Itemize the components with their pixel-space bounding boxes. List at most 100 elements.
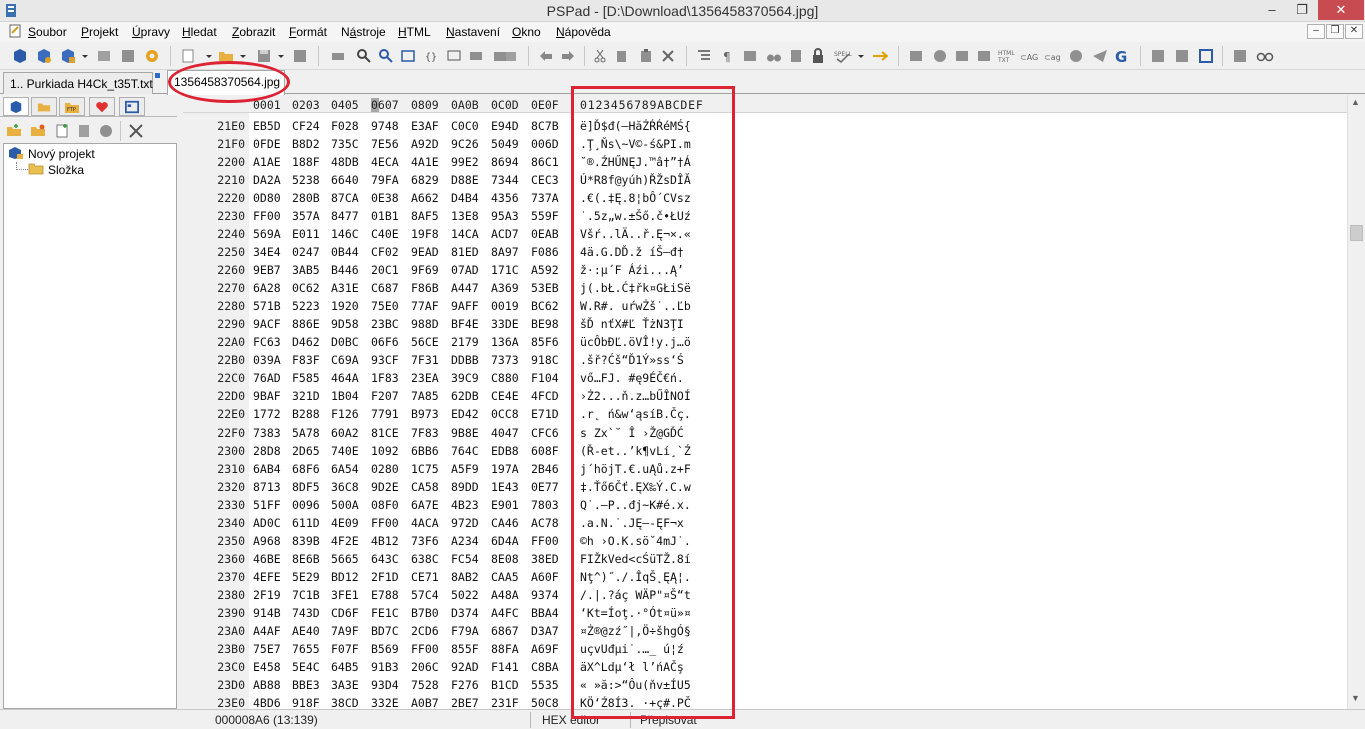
google-icon[interactable]: G bbox=[1114, 48, 1130, 64]
add-folder-icon[interactable] bbox=[6, 123, 22, 139]
hex-cell[interactable]: F07F bbox=[331, 642, 359, 656]
hex-cell[interactable]: 0CC8 bbox=[491, 407, 519, 421]
hex-cell[interactable]: 7803 bbox=[531, 498, 559, 512]
hex-cell[interactable]: 28D8 bbox=[253, 444, 281, 458]
menu-upravy[interactable]: Úpravy bbox=[132, 25, 170, 39]
ascii-cell[interactable]: W.R#. uŕwŻš˙..Ľb bbox=[580, 299, 691, 313]
hex-cell[interactable]: 6A7E bbox=[411, 498, 439, 512]
hex-cell[interactable]: 86C1 bbox=[531, 155, 559, 169]
redo-icon[interactable] bbox=[560, 48, 576, 64]
ascii-cell[interactable]: FIŽkVed<cŚüTŽ.8í bbox=[580, 552, 691, 566]
ascii-cell[interactable]: äX^Ldµ‘ł l’­ńAČş bbox=[580, 660, 684, 674]
hex-cell[interactable]: 146C bbox=[331, 227, 359, 241]
hex-cell[interactable]: 8713 bbox=[253, 480, 281, 494]
hex-cell[interactable]: 93CF bbox=[371, 353, 399, 367]
hex-cell[interactable]: CE71 bbox=[411, 570, 439, 584]
hex-cell[interactable]: 01B1 bbox=[371, 209, 399, 223]
block-icon[interactable] bbox=[742, 48, 758, 64]
tab-projects[interactable] bbox=[3, 97, 29, 116]
hex-cell[interactable]: 2BE7 bbox=[451, 696, 479, 709]
hex-cell[interactable]: 332E bbox=[371, 696, 399, 709]
hex-cell[interactable]: 9C26 bbox=[451, 137, 479, 151]
menu-nastaveni[interactable]: Nastavení bbox=[446, 25, 500, 39]
menu-projekt[interactable]: Projekt bbox=[81, 25, 118, 39]
hex-cell[interactable]: 2F19 bbox=[253, 588, 281, 602]
hex-cell[interactable]: D0BC bbox=[331, 335, 359, 349]
hex-cell[interactable]: ACD7 bbox=[491, 227, 519, 241]
hex-cell[interactable]: BBA4 bbox=[531, 606, 559, 620]
hex-cell[interactable]: 1F83 bbox=[371, 371, 399, 385]
hex-cell[interactable]: 99E2 bbox=[451, 155, 479, 169]
hex-cell[interactable]: 7344 bbox=[491, 173, 519, 187]
hex-cell[interactable]: 4BD6 bbox=[253, 696, 281, 709]
ascii-cell[interactable]: ¤Ż®@zź˝|,Ö÷šhgÓ§ bbox=[580, 624, 691, 638]
hex-cell[interactable]: D374 bbox=[451, 606, 479, 620]
hex-cell[interactable]: 7791 bbox=[371, 407, 399, 421]
hex-cell[interactable]: 08F0 bbox=[371, 498, 399, 512]
hex-cell[interactable]: E94D bbox=[491, 119, 519, 133]
open-folder-icon[interactable] bbox=[30, 123, 46, 139]
hex-cell[interactable]: 89DD bbox=[451, 480, 479, 494]
hex-cell[interactable]: B288 bbox=[292, 407, 320, 421]
hex-cell[interactable]: 14CA bbox=[451, 227, 479, 241]
ascii-cell[interactable]: j(.bŁ.Ć‡řk¤GŁiSë bbox=[580, 281, 691, 295]
hex-cell[interactable]: 6BB6 bbox=[411, 444, 439, 458]
hex-cell[interactable]: A592 bbox=[531, 263, 559, 277]
hex-cell[interactable]: 1C75 bbox=[411, 462, 439, 476]
hex-cell[interactable]: F86B bbox=[411, 281, 439, 295]
hex-cell[interactable]: D462 bbox=[292, 335, 320, 349]
hex-cell[interactable]: 56CE bbox=[411, 335, 439, 349]
cut-icon[interactable] bbox=[592, 48, 608, 64]
hex-cell[interactable]: FF00 bbox=[531, 534, 559, 548]
scroll-up-icon[interactable]: ▲ bbox=[1351, 97, 1360, 107]
scroll-down-icon[interactable]: ▼ bbox=[1351, 693, 1360, 703]
hex-cell[interactable]: 8AF5 bbox=[411, 209, 439, 223]
hex-cell[interactable]: FC63 bbox=[253, 335, 281, 349]
hex-cell[interactable]: CF02 bbox=[371, 245, 399, 259]
send-icon[interactable] bbox=[1092, 48, 1108, 64]
hex-cell[interactable]: 569A bbox=[253, 227, 281, 241]
hex-cell[interactable]: A31E bbox=[331, 281, 359, 295]
hex-cell[interactable]: 231F bbox=[491, 696, 519, 709]
hex-cell[interactable]: 36C8 bbox=[331, 480, 359, 494]
ascii-cell[interactable]: Q˙.–P..đj~K#é.x. bbox=[580, 498, 691, 512]
ascii-cell[interactable]: ž·:µ´F Áźi.­..Ą’ bbox=[580, 263, 684, 277]
hex-cell[interactable]: A369 bbox=[491, 281, 519, 295]
hex-cell[interactable]: 5022 bbox=[451, 588, 479, 602]
hex-cell[interactable]: 914B bbox=[253, 606, 281, 620]
hex-cell[interactable]: 638C bbox=[411, 552, 439, 566]
bookmark-icon[interactable] bbox=[788, 48, 804, 64]
hex-cell[interactable]: C40E bbox=[371, 227, 399, 241]
hex-cell[interactable]: 6829 bbox=[411, 173, 439, 187]
hex-cell[interactable]: 7A9F bbox=[331, 624, 359, 638]
tab-ftp[interactable]: FTP bbox=[59, 97, 85, 116]
hex-cell[interactable]: 87CA bbox=[331, 191, 359, 205]
binoculars-icon[interactable] bbox=[766, 48, 782, 64]
hex-cell[interactable]: BD7C bbox=[371, 624, 399, 638]
new-file-icon[interactable] bbox=[180, 48, 196, 64]
hex-cell[interactable]: 9F69 bbox=[411, 263, 439, 277]
indent-icon[interactable] bbox=[696, 48, 712, 64]
scroll-thumb[interactable] bbox=[1350, 225, 1363, 241]
hex-cell[interactable]: C880 bbox=[491, 371, 519, 385]
hex-cell[interactable]: 6D4A bbox=[491, 534, 519, 548]
hex-cell[interactable]: F028 bbox=[331, 119, 359, 133]
hex-cell[interactable]: CA46 bbox=[491, 516, 519, 530]
hex-cell[interactable]: 357A bbox=[292, 209, 320, 223]
hex-cell[interactable]: 81CE bbox=[371, 426, 399, 440]
hex-cell[interactable]: EDB8 bbox=[491, 444, 519, 458]
hex-cell[interactable]: 743D bbox=[292, 606, 320, 620]
save-file-icon[interactable] bbox=[256, 48, 272, 64]
hex-cell[interactable]: 136A bbox=[491, 335, 519, 349]
hex-cell[interactable]: 9D2E bbox=[371, 480, 399, 494]
tab-jpg-file[interactable]: 1356458370564.jpg bbox=[167, 70, 285, 95]
ascii-cell[interactable]: /.|.?áç WÄP"¤Š“t bbox=[580, 588, 691, 602]
tree-folder[interactable]: Složka bbox=[28, 162, 84, 177]
hex-cell[interactable]: 19F8 bbox=[411, 227, 439, 241]
hex-cell[interactable]: CE4E bbox=[491, 389, 519, 403]
hex-cell[interactable]: 7E56 bbox=[371, 137, 399, 151]
macro-icon[interactable] bbox=[872, 48, 888, 64]
hex-cell[interactable]: 34E4 bbox=[253, 245, 281, 259]
dropdown-icon[interactable] bbox=[80, 48, 90, 64]
hex-cell[interactable]: 0019 bbox=[491, 299, 519, 313]
